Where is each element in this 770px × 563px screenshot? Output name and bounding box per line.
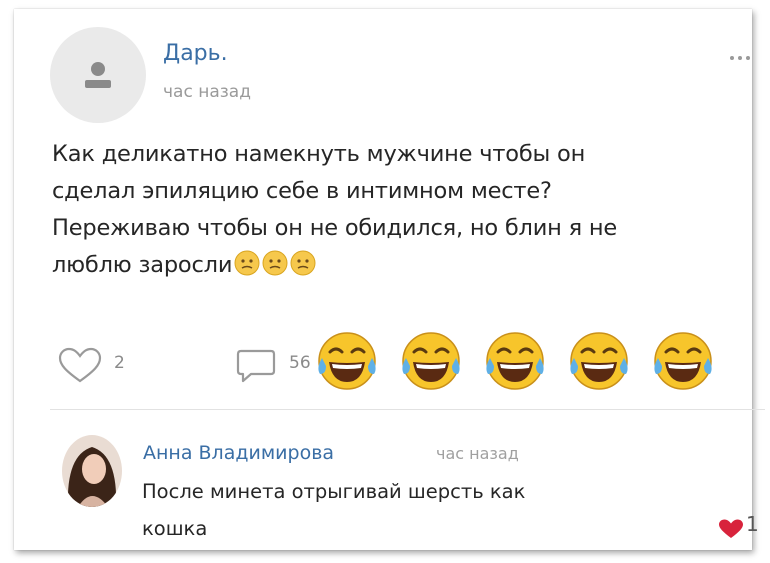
comment-text-line: кошка: [142, 517, 208, 540]
tears-of-joy-emoji-icon: [486, 332, 544, 390]
author-avatar[interactable]: [50, 27, 146, 123]
comment-timestamp[interactable]: час назад: [436, 444, 519, 463]
post-text-line: Как деликатно намекнуть мужчине чтобы он: [52, 141, 586, 167]
tears-of-joy-emoji-icon: [654, 332, 712, 390]
liked-heart-icon[interactable]: [718, 519, 744, 539]
post-timestamp[interactable]: час назад: [163, 82, 251, 102]
default-user-icon: [85, 62, 111, 88]
like-heart-icon[interactable]: [56, 347, 104, 385]
confused-face-emoji-icon: [290, 250, 316, 276]
post-text-line: Переживаю чтобы он не обидился, но блин …: [52, 215, 618, 241]
comment-count: 56: [289, 353, 311, 373]
user-photo-icon: [62, 435, 122, 507]
post-text: Как деликатно намекнуть мужчине чтобы он…: [52, 136, 770, 284]
confused-face-emoji-icon: [234, 250, 260, 276]
comment-text-line: После минета отрыгивай шерсть как: [142, 480, 526, 503]
tears-of-joy-emoji-icon: [318, 332, 376, 390]
more-options-icon[interactable]: [728, 53, 752, 63]
post-author-name[interactable]: Дарь.: [163, 41, 228, 66]
tears-of-joy-emoji-icon: [402, 332, 460, 390]
tears-of-joy-emoji-icon: [570, 332, 628, 390]
comment-like-count: 1: [746, 512, 759, 536]
post-text-segment: люблю заросли: [52, 252, 233, 278]
post-text-line-last: люблю заросли: [52, 247, 770, 284]
confused-face-emoji-icon: [262, 250, 288, 276]
like-count: 2: [114, 353, 125, 373]
post-card: Дарь. час назад Как деликатно намекнуть …: [14, 9, 765, 550]
comment-author-name[interactable]: Анна Владимирова: [143, 442, 334, 464]
comment-text: После минета отрыгивай шерсть как кошка: [142, 473, 702, 547]
post-text-line: сделал эпиляцию себе в интимном месте?: [52, 178, 552, 204]
comment-bubble-icon[interactable]: [235, 347, 277, 385]
commenter-avatar[interactable]: [62, 435, 122, 507]
divider: [50, 409, 765, 410]
